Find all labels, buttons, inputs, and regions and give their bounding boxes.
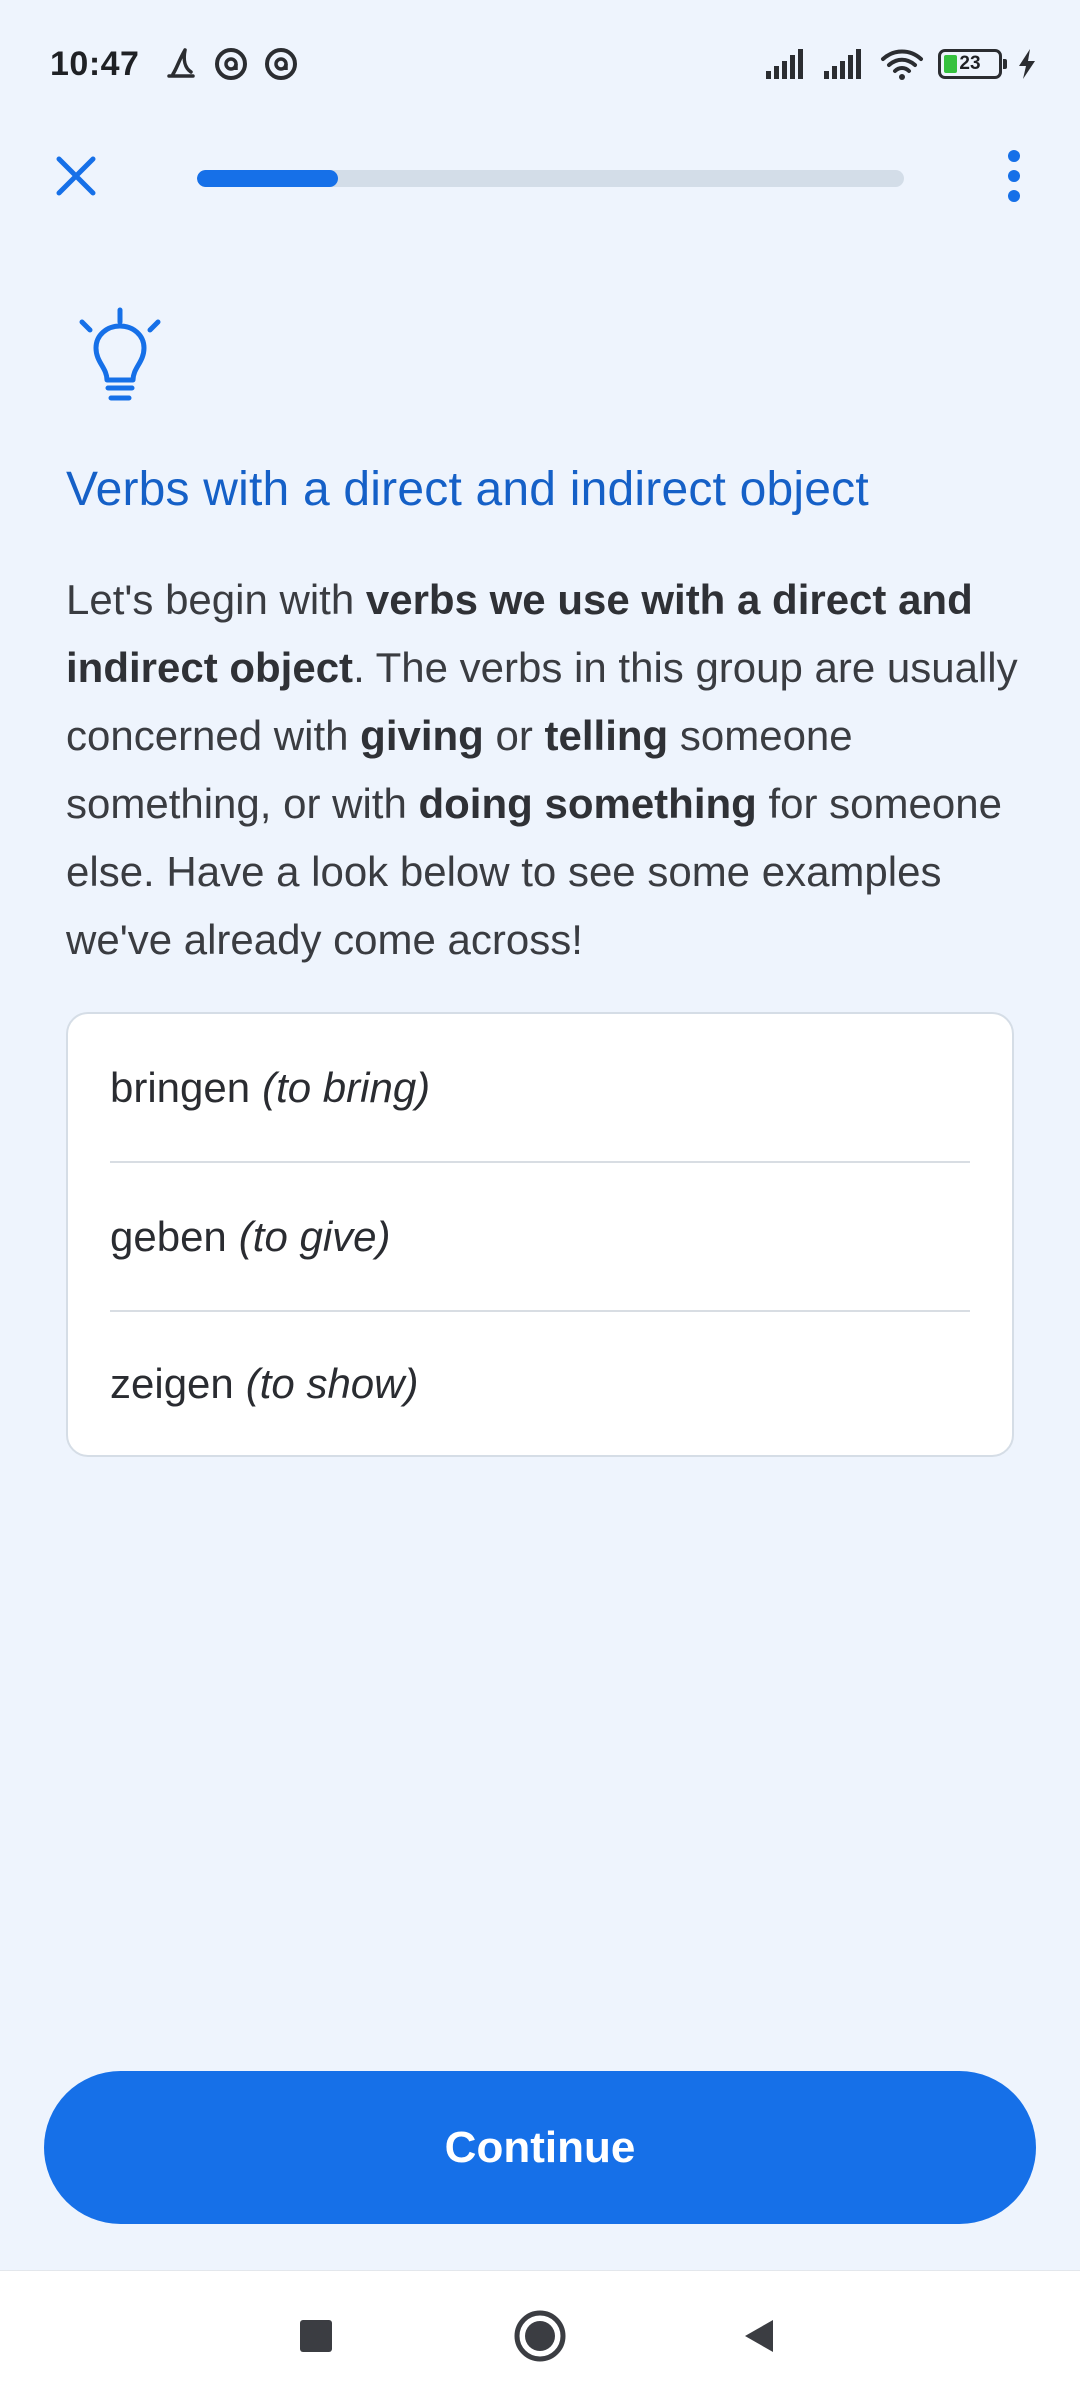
signal-icon [766,49,803,79]
wifi-icon [881,49,923,80]
more-options-button[interactable] [986,146,1042,206]
lesson-body: Let's begin with verbs we use with a dir… [66,566,1026,974]
lesson-progress-bar [197,170,904,187]
example-row: geben (to give) [110,1163,970,1312]
continue-button[interactable]: Continue [44,2071,1036,2224]
home-button[interactable] [495,2291,585,2381]
system-nav-bar [0,2270,1080,2400]
example-translation: (to bring) [262,1063,431,1111]
status-bar: 10:47 23 [0,0,1080,128]
status-right: 23 [764,47,1038,81]
body-text: or [483,712,545,759]
status-left: 10:47 [50,45,299,84]
battery-icon: 23 [938,49,1007,79]
example-word: geben [110,1212,227,1260]
example-word: zeigen [110,1359,234,1407]
recents-icon [300,2320,332,2352]
fishing-icon [167,48,196,78]
charging-icon [1019,49,1035,79]
lesson-title: Verbs with a direct and indirect object [66,463,869,516]
at-sign-icon [265,48,298,80]
example-translation: (to give) [238,1212,391,1260]
close-button[interactable] [46,146,106,206]
lightbulb-icon [79,307,161,401]
close-icon [56,156,96,196]
example-row: bringen (to bring) [110,1014,970,1163]
examples-card: bringen (to bring) geben (to give) zeige… [66,1012,1014,1457]
battery-fill [944,55,957,73]
battery-level: 23 [959,53,981,74]
more-vertical-icon [1008,150,1020,202]
example-row: zeigen (to show) [110,1312,970,1455]
lesson-progress-fill [197,170,339,187]
body-text: Let's begin with [66,576,366,623]
body-emphasis: telling [544,712,669,759]
signal-icon [824,49,861,79]
example-word: bringen [110,1063,251,1111]
status-time: 10:47 [50,44,140,83]
screen: 10:47 23 Verbs with a direct and indirec… [0,0,1080,2400]
example-translation: (to show) [245,1359,419,1407]
body-emphasis: giving [360,712,484,759]
recents-button[interactable] [271,2291,361,2381]
body-emphasis: doing something [418,780,757,827]
back-icon [745,2320,773,2352]
home-icon [514,2310,566,2362]
back-button[interactable] [714,2291,804,2381]
at-sign-icon [215,48,248,80]
